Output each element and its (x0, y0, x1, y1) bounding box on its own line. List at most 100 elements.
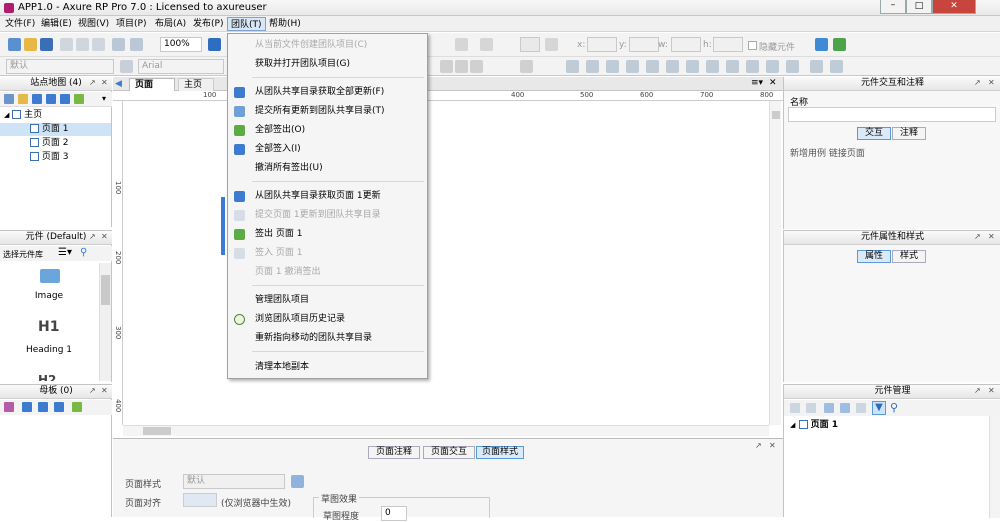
style-select[interactable]: 默认 (6, 59, 114, 74)
close-panel-icon[interactable]: ✕ (988, 78, 995, 87)
minimize-button[interactable]: – (880, 0, 906, 14)
menu-send-all-changes[interactable]: 提交所有更新到团队共享目录(T) (228, 102, 427, 121)
menu-undo-page-checkout[interactable]: 页面 1 撤消签出 (228, 263, 427, 282)
publish-icon[interactable] (833, 38, 846, 51)
copy-icon[interactable] (76, 38, 89, 51)
bring-front-icon[interactable] (626, 60, 639, 73)
menu-team[interactable]: 团队(T) (227, 17, 266, 31)
move-down-icon[interactable] (54, 402, 64, 412)
move-up-icon[interactable] (32, 94, 42, 104)
bullet-icon[interactable] (520, 60, 533, 73)
add-master-icon[interactable] (4, 402, 14, 412)
tab-page-interactions[interactable]: 页面交互 (423, 446, 475, 459)
sitemap-item-page3[interactable]: 页面 3 (30, 151, 68, 164)
pin-icon[interactable]: ↗ (89, 386, 96, 395)
line-style-icon[interactable] (545, 38, 558, 51)
menu-check-out-all[interactable]: 全部签出(O) (228, 121, 427, 140)
edit-style-icon[interactable] (291, 475, 304, 488)
menu-project[interactable]: 项目(P) (113, 17, 149, 31)
tab-style[interactable]: 样式 (892, 250, 926, 263)
interaction-links[interactable]: 新增用例 链接页面 (790, 146, 865, 159)
font-select[interactable]: Arial (138, 59, 224, 74)
open-folder-icon[interactable] (24, 38, 37, 51)
zoom-in-icon[interactable] (810, 60, 823, 73)
close-panel-icon[interactable]: ✕ (101, 78, 108, 87)
scroll-thumb[interactable] (772, 111, 780, 119)
menu-get-all-changes[interactable]: 从团队共享目录获取全部更新(F) (228, 83, 427, 102)
sitemap-item-page2[interactable]: 页面 2 (30, 137, 68, 150)
add-page-icon[interactable] (4, 94, 14, 104)
menu-send-page-changes[interactable]: 提交页面 1更新到团队共享目录 (228, 206, 427, 225)
menu-browse-history[interactable]: 浏览团队项目历史记录 (228, 310, 427, 329)
tab-notes[interactable]: 注释 (892, 127, 926, 140)
copy-icon[interactable] (806, 403, 816, 413)
align-center-icon[interactable] (455, 60, 468, 73)
tab-page-style[interactable]: 页面样式 (476, 446, 524, 459)
preview-icon[interactable] (815, 38, 828, 51)
menu-manage-team-project[interactable]: 管理团队项目 (228, 291, 427, 310)
align-top-icon[interactable] (666, 60, 679, 73)
image-widget-icon[interactable] (40, 269, 60, 283)
undo-icon[interactable] (112, 38, 125, 51)
menu-check-in-page[interactable]: 签入 页面 1 (228, 244, 427, 263)
selected-widget-edge[interactable] (221, 197, 225, 255)
tab-page1[interactable]: 页面 1✕ (129, 78, 175, 102)
fill-color-icon[interactable] (455, 38, 468, 51)
new-file-icon[interactable] (8, 38, 21, 51)
outdent-icon[interactable] (74, 94, 84, 104)
close-panel-icon[interactable]: ✕ (988, 232, 995, 241)
outdent-icon[interactable] (72, 402, 82, 412)
y-field[interactable] (629, 37, 659, 52)
canvas-hscrollbar[interactable] (123, 425, 769, 436)
menu-file[interactable]: 文件(F) (2, 17, 38, 31)
chevron-down-icon[interactable]: ▾ (102, 94, 106, 103)
unlock-icon[interactable] (786, 60, 799, 73)
menu-help[interactable]: 帮助(H) (266, 17, 304, 31)
scroll-thumb[interactable] (101, 275, 110, 305)
pin-icon[interactable]: ↗ (89, 232, 96, 241)
menu-icon[interactable]: ☰▾ (58, 247, 72, 258)
heading-widget-icon[interactable]: H1 (38, 319, 59, 335)
w-field[interactable] (671, 37, 701, 52)
align-left-icon[interactable] (440, 60, 453, 73)
delete-icon[interactable] (856, 403, 866, 413)
search-icon[interactable]: ⚲ (890, 401, 898, 414)
zoom-out-icon[interactable] (830, 60, 843, 73)
close-panel-icon[interactable]: ✕ (988, 386, 995, 395)
pin-icon[interactable]: ↗ (755, 441, 762, 450)
align-middle-icon[interactable] (686, 60, 699, 73)
tab-properties[interactable]: 属性 (857, 250, 891, 263)
scroll-thumb[interactable] (143, 427, 171, 435)
select-mode-icon[interactable] (208, 38, 221, 51)
heading2-widget-icon[interactable]: H2 (38, 373, 56, 381)
close-panel-icon[interactable]: ✕ (101, 386, 108, 395)
menu-get-page-changes[interactable]: 从团队共享目录获取页面 1更新 (228, 187, 427, 206)
library-select[interactable]: 选择元件库 (3, 249, 43, 260)
hidden-checkbox[interactable] (748, 41, 757, 50)
menu-publish[interactable]: 发布(P) (190, 17, 226, 31)
close-panel-icon[interactable]: ✕ (101, 232, 108, 241)
move-up-icon[interactable] (824, 403, 834, 413)
distribute-v-icon[interactable] (746, 60, 759, 73)
menu-view[interactable]: 视图(V) (75, 17, 112, 31)
line-color-icon[interactable] (480, 38, 493, 51)
manager-scrollbar[interactable] (989, 416, 1000, 518)
line-width-select[interactable] (520, 37, 540, 52)
cut-icon[interactable] (60, 38, 73, 51)
menu-undo-all-checkouts[interactable]: 撤消所有签出(U) (228, 159, 427, 178)
menu-repoint-directory[interactable]: 重新指向移动的团队共享目录 (228, 329, 427, 348)
distribute-icon[interactable] (726, 60, 739, 73)
sitemap-root[interactable]: ◢ 主页 (4, 109, 112, 122)
canvas-vscrollbar[interactable] (769, 101, 781, 425)
close-all-icon[interactable]: ✕ (769, 78, 777, 88)
maximize-button[interactable]: □ (906, 0, 932, 14)
menu-check-out-page[interactable]: 签出 页面 1 (228, 225, 427, 244)
tab-page-notes[interactable]: 页面注释 (368, 446, 420, 459)
pin-icon[interactable]: ↗ (974, 232, 981, 241)
tab-interactions[interactable]: 交互 (857, 127, 891, 140)
send-back-icon[interactable] (646, 60, 659, 73)
pin-icon[interactable]: ↗ (974, 78, 981, 87)
name-input[interactable] (788, 107, 996, 122)
tab-home[interactable]: 主页 (178, 78, 214, 91)
menu-get-open-team-project[interactable]: 获取并打开团队项目(G) (228, 55, 427, 74)
